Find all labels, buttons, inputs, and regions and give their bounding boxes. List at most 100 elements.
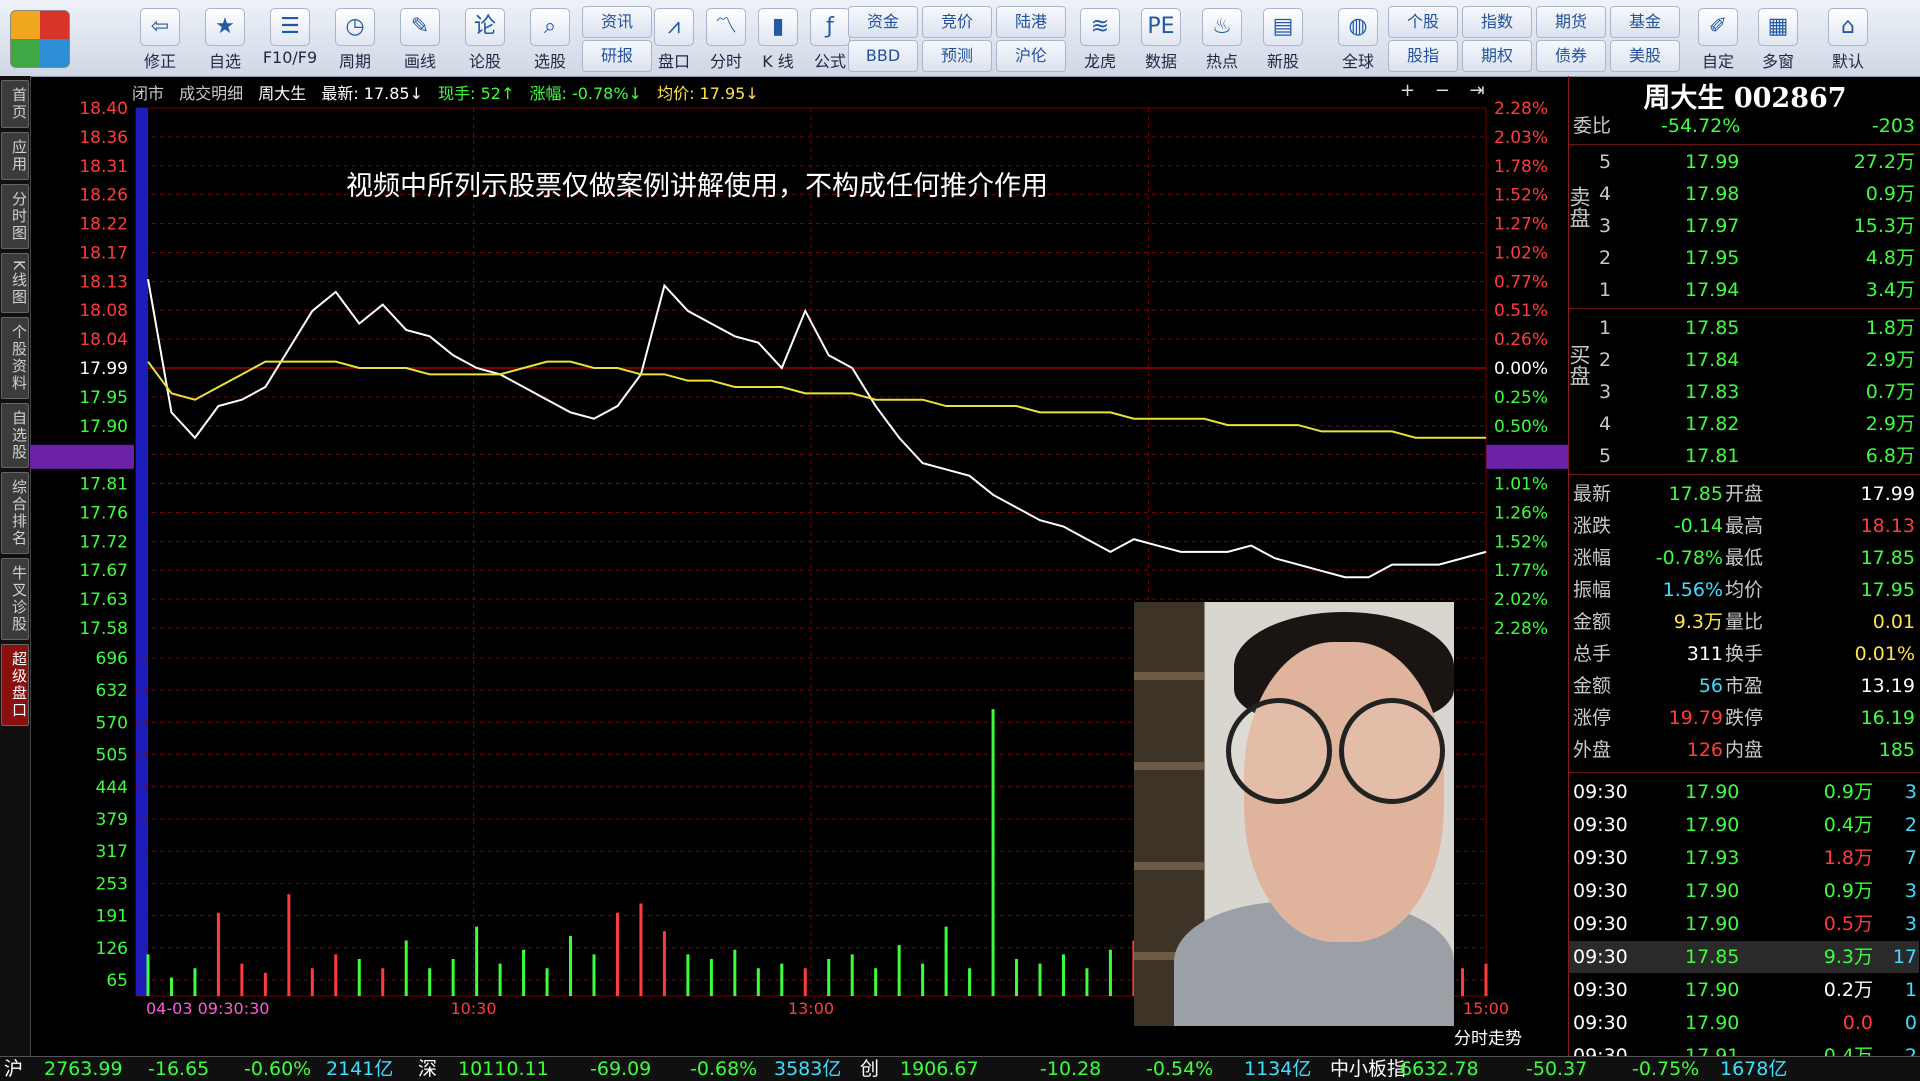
quote-key: 金额 (1573, 675, 1612, 697)
toolbar-button-5[interactable]: 论论股 (457, 4, 513, 72)
tick-count: 3 (1904, 913, 1917, 935)
toolbar-button-13[interactable]: ♨ 热点 (1194, 4, 1250, 72)
price-axis-label: 18.13 (79, 272, 128, 292)
toolbar-button-1[interactable]: ★ 自选 (197, 4, 253, 72)
toolbar-button-4[interactable]: ✎ 画线 (392, 4, 448, 72)
toolbar-button-16[interactable]: ✐ 自定 (1690, 4, 1746, 72)
toolbar-button-label: 周期 (338, 52, 371, 71)
toolbar: ⇦ 修正 ★ 自选 ☰ F10/F9 ◷ 周期 ✎ 画线论论股 ⌕ 选股 ⩘ 盘口〽分时 ▮ K 线 ƒ 公式 ≋ 龙… (0, 0, 1920, 77)
toolbar-button-label: 盘口 (657, 52, 690, 71)
quote-row: 涨跌 -0.14 最高 18.13 (1569, 510, 1919, 542)
status-item-17: -50.37 (1526, 1058, 1588, 1080)
tick-volume: 0.4万 (1823, 814, 1873, 836)
volume-bar (1085, 968, 1089, 996)
toolbar-button-label: 自定 (1701, 52, 1734, 71)
toolbar-button-7[interactable]: ⩘ 盘口 (646, 4, 702, 72)
toolbar-link-股指[interactable]: 股指 (1388, 40, 1458, 72)
toolbar-button-label: F10/F9 (262, 48, 318, 67)
quote-value: 311 (1686, 643, 1723, 665)
price-axis-label: 18.36 (79, 128, 128, 148)
volume-bar (944, 926, 948, 996)
star-icon: ★ (205, 8, 245, 46)
status-item-14: 1134亿 (1244, 1058, 1312, 1080)
quote-row: 金额 9.3万 量比 0.01 (1569, 606, 1919, 638)
toolbar-link-期权[interactable]: 期权 (1462, 40, 1532, 72)
toolbar-button-6[interactable]: ⌕ 选股 (522, 4, 578, 72)
toolbar-button-17[interactable]: ▦ 多窗 (1750, 4, 1806, 72)
document-icon: ☰ (270, 8, 310, 46)
volume-axis-label: 632 (96, 681, 128, 701)
toolbar-button-2[interactable]: ☰ F10/F9 (262, 4, 318, 72)
toolbar-button-8[interactable]: 〽分时 (698, 4, 754, 72)
zoom-in-icon[interactable]: + (1400, 80, 1415, 101)
price-axis-label: 18.40 (79, 100, 128, 119)
toolbar-link-美股[interactable]: 美股 (1610, 40, 1680, 72)
order-volume: 2.9万 (1865, 413, 1915, 435)
volume-bar (1461, 968, 1465, 996)
toolbar-button-0[interactable]: ⇦ 修正 (132, 4, 188, 72)
pct-axis-label: 1.02% (1494, 243, 1548, 263)
quote-value: 9.3万 (1673, 611, 1723, 633)
toolbar-link-资讯[interactable]: 资讯 (582, 6, 652, 38)
order-level: 2 (1599, 247, 1612, 269)
toolbar-link-陆港[interactable]: 陆港 (996, 6, 1066, 38)
pct-axis-label: 1.52% (1494, 532, 1548, 552)
toolbar-link-预测[interactable]: 预测 (922, 40, 992, 72)
toolbar-button-11[interactable]: ≋ 龙虎 (1072, 4, 1128, 72)
quote-key: 市盈 (1725, 675, 1764, 697)
volume-bar (968, 968, 972, 996)
toolbar-link-研报[interactable]: 研报 (582, 40, 652, 72)
toolbar-link-资金[interactable]: 资金 (848, 6, 918, 38)
buy-level-2: 2 17.84 2.9万 (1569, 344, 1919, 376)
toolbar-link-沪伦[interactable]: 沪伦 (996, 40, 1066, 72)
price-line (147, 279, 1487, 579)
price-axis-label: 17.90 (79, 417, 128, 437)
order-price: 17.95 (1685, 247, 1740, 269)
toolbar-button-15[interactable]: ◍ 全球 (1330, 4, 1386, 72)
toolbar-button-label: 龙虎 (1083, 52, 1116, 71)
toolbar-link-指数[interactable]: 指数 (1462, 6, 1532, 38)
price-axis-label: 18.17 (79, 243, 128, 263)
quote-value: -0.14 (1673, 515, 1723, 537)
fire-icon: ♨ (1202, 8, 1242, 46)
volume-bar (169, 977, 173, 996)
pct-axis-label: 0.00% (1494, 359, 1548, 379)
current-pct-highlight (1486, 444, 1568, 469)
tick-price: 17.90 (1685, 781, 1740, 803)
sell-level-3: 3 17.97 15.3万 (1569, 210, 1919, 242)
toolbar-button-12[interactable]: PE 数据 (1133, 4, 1189, 72)
toolbar-link-基金[interactable]: 基金 (1610, 6, 1680, 38)
volume-bar (615, 912, 619, 996)
quote-key: 涨跌 (1573, 515, 1612, 537)
candle-icon: ▮ (758, 8, 798, 46)
toolbar-link-期货[interactable]: 期货 (1536, 6, 1606, 38)
volume-bar (357, 958, 361, 996)
app-logo-icon[interactable] (10, 10, 70, 68)
toolbar-button-3[interactable]: ◷ 周期 (327, 4, 383, 72)
toolbar-button-14[interactable]: ▤ 新股 (1255, 4, 1311, 72)
toolbar-button-label: K 线 (762, 52, 794, 71)
toolbar-link-竞价[interactable]: 竞价 (922, 6, 992, 38)
pct-axis-label: 1.52% (1494, 186, 1548, 206)
pct-axis-label: 1.78% (1494, 157, 1548, 177)
globe-icon: ◍ (1338, 8, 1378, 46)
tick-time: 09:30 (1573, 1012, 1628, 1034)
toolbar-button-18[interactable]: ⌂ 默认 (1820, 4, 1876, 72)
time-axis-label: 10:30 (450, 999, 496, 1018)
volume-bar (827, 958, 831, 996)
quote-value: 17.95 (1860, 579, 1915, 601)
toolbar-button-9[interactable]: ▮ K 线 (750, 4, 806, 72)
volume-axis-label: 253 (96, 874, 128, 894)
price-axis-label: 18.22 (79, 215, 128, 235)
quote-value: 18.13 (1860, 515, 1915, 537)
toolbar-link-债券[interactable]: 债券 (1536, 40, 1606, 72)
toolbar-link-个股[interactable]: 个股 (1388, 6, 1458, 38)
zoom-out-icon[interactable]: − (1435, 80, 1450, 101)
jump-end-icon[interactable]: ⇥ (1470, 80, 1485, 101)
intraday-trend-label[interactable]: 分时走势 (1454, 1024, 1522, 1049)
tick-count: 3 (1904, 781, 1917, 803)
quote-key: 金额 (1573, 611, 1612, 633)
price-axis-label: 17.95 (79, 388, 128, 408)
toolbar-link-BBD[interactable]: BBD (848, 40, 918, 72)
order-volume: 27.2万 (1853, 151, 1915, 173)
